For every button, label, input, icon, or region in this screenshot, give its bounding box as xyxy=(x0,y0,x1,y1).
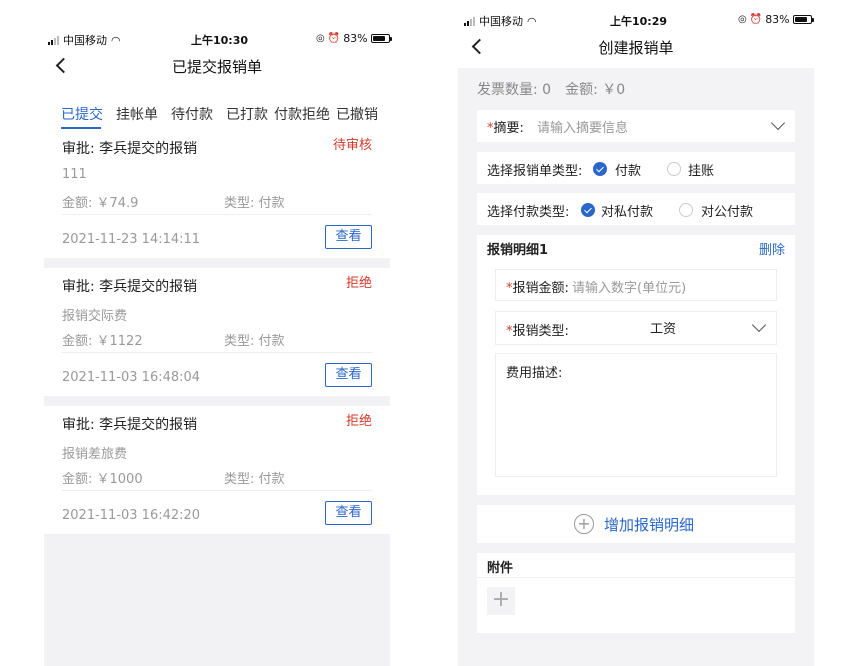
attachment-label: 附件 xyxy=(487,561,514,576)
abstract-row: *摘要: 请输入摘要信息 xyxy=(477,110,795,142)
tab-paid[interactable]: 已打款 xyxy=(226,104,268,124)
lock-rotation-icon: ◎ xyxy=(738,14,747,25)
detail-section: 报销明细1 删除 *报销金额: 请输入数字(单位元) *报销类型: 工资 费用描… xyxy=(477,235,795,495)
add-attachment-button[interactable]: + xyxy=(487,587,515,615)
delete-button[interactable]: 删除 xyxy=(759,239,785,258)
battery-icon xyxy=(792,15,814,24)
radio-on-account[interactable] xyxy=(667,162,681,176)
lock-rotation-icon: ◎ xyxy=(316,33,325,44)
view-button[interactable]: 查看 xyxy=(325,501,372,525)
view-button[interactable]: 查看 xyxy=(325,225,372,249)
divider xyxy=(62,490,372,491)
expense-type-label: 报销类型: xyxy=(512,324,569,339)
view-button[interactable]: 查看 xyxy=(325,363,372,387)
status-bar-right: 中国移动 ◠ 上午10:29 ◎ ⏰ 83% xyxy=(464,13,814,35)
expense-type-select[interactable]: *报销类型: 工资 xyxy=(495,311,777,345)
add-detail-button[interactable]: + 增加报销明细 xyxy=(477,505,795,543)
radio-on-account-label[interactable]: 挂账 xyxy=(688,160,714,179)
amount-field[interactable]: *报销金额: 请输入数字(单位元) xyxy=(495,269,777,301)
tab-submitted[interactable]: 已提交 xyxy=(61,104,103,124)
status-time: 上午10:29 xyxy=(610,15,668,28)
amount-label: 报销金额: xyxy=(512,281,569,296)
chevron-down-icon[interactable] xyxy=(770,115,786,131)
list-empty-area xyxy=(44,534,390,666)
abstract-label: 摘要: xyxy=(493,121,524,136)
item-type: 类型: 付款 xyxy=(224,196,285,211)
item-date: 2021-11-03 16:42:20 xyxy=(62,508,201,523)
list-item[interactable]: 审批: 李兵提交的报销 拒绝 报销交际费 金额: ￥1122 类型: 付款 20… xyxy=(44,268,390,396)
status-time: 上午10:30 xyxy=(191,34,249,47)
item-amount: 金额: ￥74.9 xyxy=(62,196,139,211)
battery-percent: 83% xyxy=(343,32,368,45)
description-label: 费用描述: xyxy=(506,366,563,381)
battery-icon xyxy=(370,34,392,43)
carrier-label: 中国移动 xyxy=(479,15,523,28)
item-title: 审批: 李兵提交的报销 xyxy=(62,417,198,433)
radio-public-payment[interactable] xyxy=(679,203,693,217)
tab-on-account[interactable]: 挂帐单 xyxy=(116,104,158,124)
form-type-row: 选择报销单类型: 付款 挂账 xyxy=(477,152,795,184)
item-title: 审批: 李兵提交的报销 xyxy=(62,141,198,157)
item-type: 类型: 付款 xyxy=(224,334,285,349)
radio-payment[interactable] xyxy=(593,162,607,176)
list-item[interactable]: 审批: 李兵提交的报销 待审核 111 金额: ￥74.9 类型: 付款 202… xyxy=(44,130,390,258)
divider xyxy=(62,214,372,215)
item-amount: 金额: ￥1000 xyxy=(62,472,143,487)
wifi-icon: ◠ xyxy=(111,33,121,47)
pay-type-label: 选择付款类型: xyxy=(487,205,570,220)
status-tabs: 已提交 挂帐单 待付款 已打款 付款拒绝 已撤销 xyxy=(44,100,390,130)
signal-icon xyxy=(464,16,475,26)
page-title: 创建报销单 xyxy=(598,39,674,57)
invoice-summary: 发票数量: 0 金额: ￥0 xyxy=(477,82,626,98)
tab-payment-rejected[interactable]: 付款拒绝 xyxy=(274,104,330,124)
item-summary: 报销交际费 xyxy=(62,309,128,324)
item-date: 2021-11-23 14:14:11 xyxy=(62,232,201,247)
wifi-icon: ◠ xyxy=(527,14,537,28)
item-title: 审批: 李兵提交的报销 xyxy=(62,279,198,295)
radio-private-payment-label[interactable]: 对私付款 xyxy=(601,201,653,220)
abstract-input[interactable]: 请输入摘要信息 xyxy=(537,117,628,136)
radio-payment-label[interactable]: 付款 xyxy=(615,160,641,179)
divider xyxy=(62,352,372,353)
status-badge: 拒绝 xyxy=(345,414,372,429)
pay-type-row: 选择付款类型: 对私付款 对公付款 xyxy=(477,193,795,225)
tab-pending-payment[interactable]: 待付款 xyxy=(171,104,213,124)
alarm-icon: ⏰ xyxy=(749,14,763,25)
signal-icon xyxy=(48,35,59,45)
list-item[interactable]: 审批: 李兵提交的报销 拒绝 报销差旅费 金额: ￥1000 类型: 付款 20… xyxy=(44,406,390,534)
status-badge: 拒绝 xyxy=(345,276,372,291)
expense-type-value: 工资 xyxy=(650,322,677,337)
active-tab-indicator xyxy=(61,127,101,129)
attachment-section: 附件 + xyxy=(477,553,795,633)
divider xyxy=(44,396,390,406)
amount-input[interactable]: 请输入数字(单位元) xyxy=(572,277,686,296)
item-summary: 111 xyxy=(62,167,87,182)
plus-circle-icon: + xyxy=(574,514,594,534)
status-badge: 待审核 xyxy=(332,138,372,153)
page-title: 已提交报销单 xyxy=(171,58,262,76)
divider xyxy=(44,258,390,268)
alarm-icon: ⏰ xyxy=(327,33,341,44)
detail-title: 报销明细1 xyxy=(487,243,549,258)
chevron-down-icon[interactable] xyxy=(751,317,767,333)
item-amount: 金额: ￥1122 xyxy=(62,334,143,349)
radio-private-payment[interactable] xyxy=(581,203,595,217)
carrier-label: 中国移动 xyxy=(63,34,107,47)
tab-revoked[interactable]: 已撤销 xyxy=(336,104,378,124)
status-bar-left: 中国移动 ◠ 上午10:30 ◎ ⏰ 83% xyxy=(48,32,392,54)
item-type: 类型: 付款 xyxy=(224,472,285,487)
divider xyxy=(477,577,795,578)
item-date: 2021-11-03 16:48:04 xyxy=(62,370,201,385)
item-summary: 报销差旅费 xyxy=(62,447,128,462)
description-field[interactable]: 费用描述: xyxy=(495,353,777,477)
form-type-label: 选择报销单类型: xyxy=(487,164,583,179)
battery-percent: 83% xyxy=(765,13,790,26)
add-detail-label: 增加报销明细 xyxy=(604,516,695,534)
radio-public-payment-label[interactable]: 对公付款 xyxy=(701,201,753,220)
